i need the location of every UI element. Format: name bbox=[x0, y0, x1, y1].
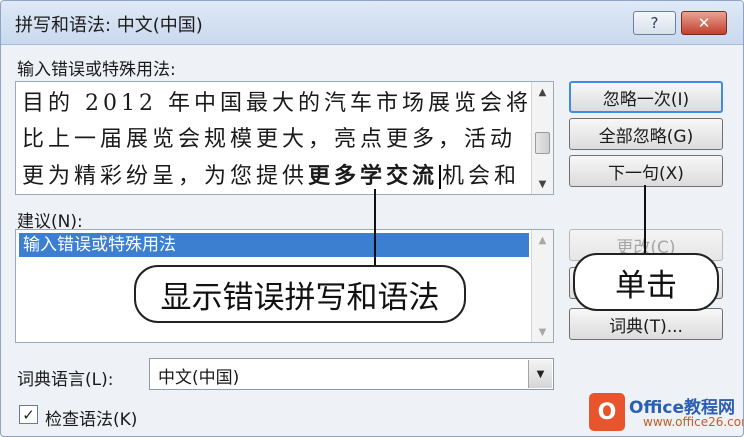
scroll-down-arrow-icon[interactable]: ▼ bbox=[532, 174, 553, 194]
text-line: 目的 2012 年中国最大的汽车市场展览会将 bbox=[22, 91, 532, 116]
checkmark-icon: ✓ bbox=[22, 405, 35, 424]
window-title: 拼写和语法: 中文(中国) bbox=[15, 15, 203, 36]
check-grammar-checkbox[interactable]: ✓ bbox=[19, 405, 38, 424]
callout-connector-line bbox=[374, 189, 376, 267]
text-line: 比上一届展览会规模更大，亮点更多，活动 bbox=[22, 127, 517, 152]
help-button[interactable]: ? bbox=[633, 11, 676, 35]
ignore-once-button[interactable]: 忽略一次(I) bbox=[569, 81, 723, 113]
check-grammar-label[interactable]: 检查语法(K) bbox=[45, 405, 137, 430]
suggestions-scrollbar[interactable]: ▲ ▼ bbox=[531, 230, 553, 342]
dictionary-button[interactable]: 词典(T)... bbox=[569, 308, 723, 340]
scroll-up-arrow-icon[interactable]: ▲ bbox=[532, 82, 553, 102]
error-text-content: 目的 2012 年中国最大的汽车市场展览会将 比上一届展览会规模更大，亮点更多，… bbox=[22, 86, 532, 194]
input-label: 输入错误或特殊用法: bbox=[17, 60, 176, 80]
dictionary-language-select[interactable]: 中文(中国) ▼ bbox=[149, 358, 554, 390]
text-segment: 更为精彩纷呈，为您提供 bbox=[22, 164, 309, 189]
office-logo-icon: O bbox=[589, 393, 625, 431]
dictionary-language-label: 词典语言(L): bbox=[17, 370, 114, 390]
ignore-all-button[interactable]: 全部忽略(G) bbox=[569, 118, 723, 150]
error-callout-bubble: 显示错误拼写和语法 bbox=[134, 265, 466, 323]
dropdown-arrow-icon[interactable]: ▼ bbox=[528, 360, 552, 388]
scroll-down-arrow-icon[interactable]: ▼ bbox=[532, 322, 553, 342]
click-callout-bubble: 单击 bbox=[573, 253, 719, 311]
highlighted-error-text: 更多学交流 bbox=[308, 163, 439, 189]
watermark-url: www.office26.com bbox=[643, 415, 744, 429]
help-icon: ? bbox=[650, 14, 659, 32]
text-segment: 机会和 bbox=[442, 164, 521, 189]
title-bar[interactable]: 拼写和语法: 中文(中国) ? ✕ bbox=[1, 1, 743, 45]
next-sentence-button[interactable]: 下一句(X) bbox=[569, 155, 723, 187]
scroll-thumb[interactable] bbox=[535, 132, 550, 154]
text-scrollbar[interactable]: ▲ ▼ bbox=[531, 82, 553, 194]
spelling-grammar-dialog: 拼写和语法: 中文(中国) ? ✕ 输入错误或特殊用法: 目的 2012 年中国… bbox=[0, 0, 744, 437]
site-watermark: O Office教程网 www.office26.com bbox=[589, 391, 743, 435]
callout-connector-line bbox=[644, 185, 646, 255]
dictionary-language-value: 中文(中国) bbox=[158, 368, 240, 388]
scroll-up-arrow-icon[interactable]: ▲ bbox=[532, 230, 553, 250]
error-text-box[interactable]: 目的 2012 年中国最大的汽车市场展览会将 比上一届展览会规模更大，亮点更多，… bbox=[15, 81, 554, 195]
text-caret bbox=[439, 165, 442, 189]
suggestion-item[interactable]: 输入错误或特殊用法 bbox=[19, 233, 529, 257]
close-icon: ✕ bbox=[697, 14, 711, 32]
close-button[interactable]: ✕ bbox=[681, 11, 727, 35]
text-line: 更为精彩纷呈，为您提供更多学交流 机会和 bbox=[22, 158, 532, 194]
